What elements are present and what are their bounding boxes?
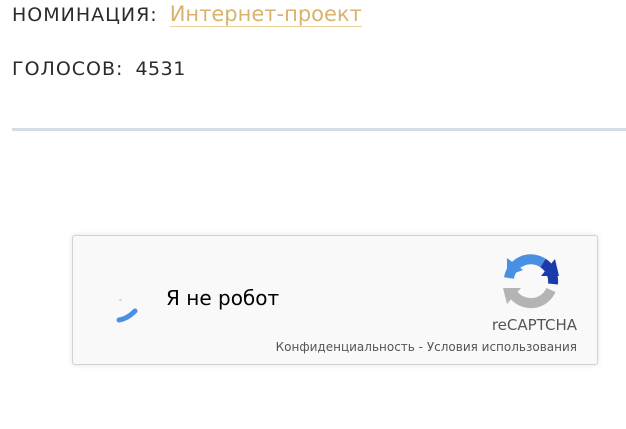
divider (12, 128, 626, 131)
nomination-row: НОМИНАЦИЯ: Интернет-проект (12, 2, 362, 27)
recaptcha-logo-icon (503, 254, 559, 309)
votes-count: 4531 (135, 58, 186, 80)
link-separator: - (414, 340, 427, 354)
recaptcha-links: Конфиденциальность - Условия использован… (276, 340, 577, 354)
not-robot-label: Я не робот (166, 286, 280, 310)
privacy-link[interactable]: Конфиденциальность (276, 340, 415, 354)
terms-link[interactable]: Условия использования (427, 340, 577, 354)
nomination-label: НОМИНАЦИЯ: (12, 4, 158, 26)
recaptcha-brand: reCAPTCHA (491, 316, 577, 334)
votes-row: ГОЛОСОВ: 4531 (12, 58, 186, 80)
votes-label: ГОЛОСОВ: (12, 58, 124, 80)
recaptcha-widget: Я не робот reCAPTCHA Конфиденциальность … (72, 235, 598, 365)
nomination-link[interactable]: Интернет-проект (169, 2, 362, 27)
loading-spinner-icon[interactable] (113, 294, 147, 328)
